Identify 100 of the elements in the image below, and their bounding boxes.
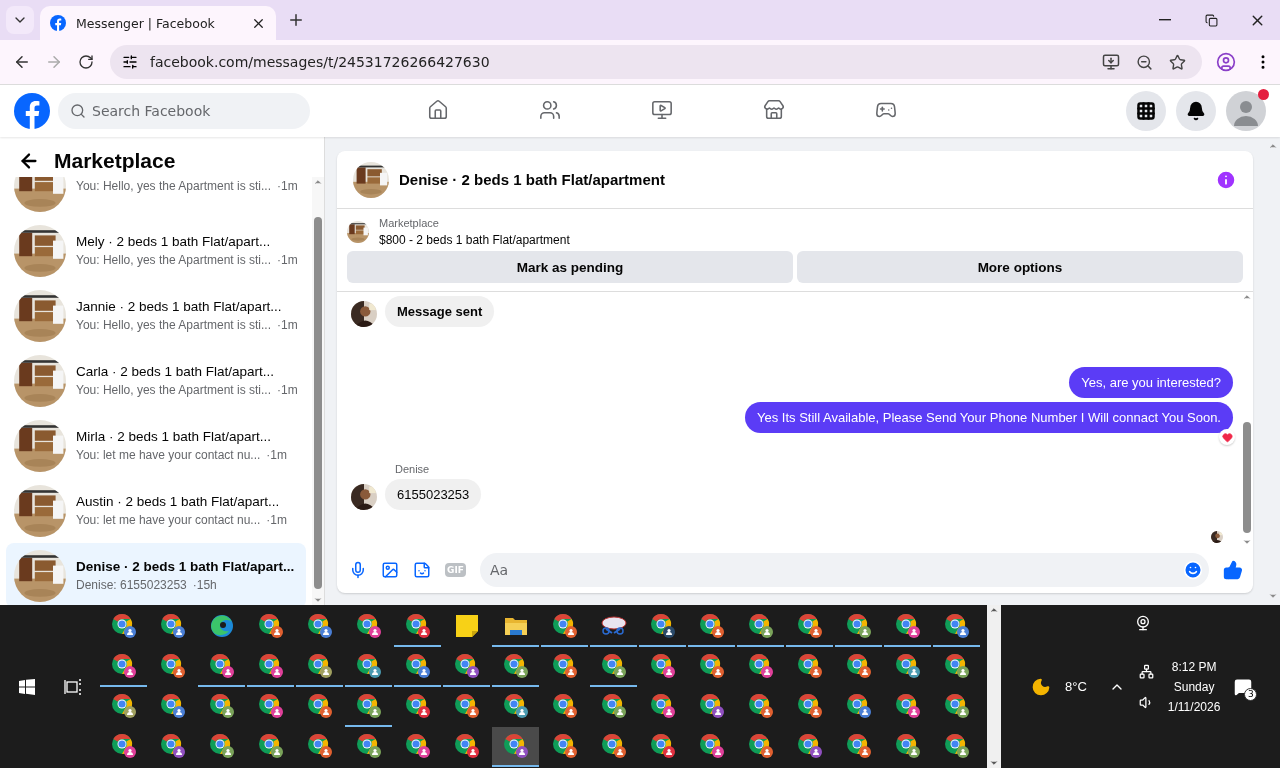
network-icon[interactable] [1138, 663, 1154, 679]
chat-preview: Denise: 6155023253 [76, 578, 187, 592]
people-icon [539, 98, 561, 121]
chrome-profile-icon [355, 613, 382, 639]
chrome-profile-icon [355, 653, 382, 679]
reload-icon [78, 54, 94, 70]
scrollbar-thumb[interactable] [1243, 422, 1251, 533]
facebook-logo-icon[interactable] [50, 15, 66, 31]
chrome-profile-icon [796, 653, 823, 679]
chrome-profile-icon [551, 613, 578, 639]
browser-tab[interactable]: Messenger | Facebook [40, 6, 276, 40]
chrome-profile-icon [257, 613, 284, 639]
scroll-up-icon[interactable] [1267, 141, 1278, 151]
clock-time: 8:12 PM [1171, 659, 1217, 674]
chat-item[interactable]: You: Hello, yes the Apartment is sti... ·1m [6, 177, 306, 218]
edge-icon [208, 613, 235, 639]
chrome-profile-icon [796, 693, 823, 719]
windows-start-icon[interactable] [18, 678, 35, 695]
zoom-icon[interactable] [1136, 53, 1153, 71]
chrome-profile-icon [159, 733, 186, 759]
chat-item[interactable]: Jannie · 2 beds 1 bath Flat/apart... You: Hello, yes the Apartment is sti... ·1m [6, 283, 306, 348]
sender-name: Denise [395, 463, 430, 475]
scroll-up-icon[interactable] [989, 605, 999, 615]
restore-icon [1204, 13, 1218, 27]
microphone-icon[interactable] [349, 561, 367, 579]
search-field[interactable]: Search Facebook [58, 93, 310, 129]
chrome-profile-icon [110, 733, 137, 759]
bookmark-icon[interactable] [1169, 53, 1186, 71]
chat-name: Austin · 2 beds 1 bath Flat/apart... [76, 494, 281, 509]
chat-time: ·1m [277, 253, 298, 267]
action-button[interactable]: Mark as pending [347, 251, 793, 283]
chat-preview: You: Hello, yes the Apartment is sti... [76, 318, 271, 332]
chrome-profile-icon [698, 613, 725, 639]
info-icon[interactable] [1215, 168, 1237, 191]
chrome-profile-icon [208, 653, 235, 679]
chat-item[interactable]: Carla · 2 beds 1 bath Flat/apart... You: Hello, yes the Apartment is sti... ·1m [6, 348, 306, 413]
chrome-profile-icon [649, 733, 676, 759]
chrome-profile-icon [159, 613, 186, 639]
scroll-down-icon[interactable] [1267, 591, 1278, 601]
sticker-icon[interactable] [413, 561, 431, 579]
chrome-profile-icon [257, 693, 284, 719]
moon-icon[interactable] [1031, 676, 1051, 697]
notifications-button[interactable] [1176, 91, 1216, 131]
task-view-icon[interactable] [63, 678, 82, 695]
listing-label: Marketplace [379, 217, 440, 229]
address-bar[interactable]: facebook.com/messages/t/24531726266427630 [110, 45, 1202, 79]
message-field[interactable]: Aa [479, 553, 1209, 587]
scrollbar-thumb[interactable] [314, 217, 322, 589]
tab-list-button[interactable] [6, 6, 34, 34]
chrome-profile-icon [502, 653, 529, 679]
search-icon [70, 103, 86, 119]
menu-button[interactable] [1126, 91, 1166, 131]
chrome-profile-icon [600, 653, 627, 679]
profile-icon[interactable] [1216, 52, 1236, 72]
chrome-profile-icon [894, 613, 921, 639]
scroll-down-icon[interactable] [1242, 537, 1252, 547]
chrome-profile-icon [845, 733, 872, 759]
like-icon[interactable] [1223, 560, 1243, 580]
chat-item[interactable]: Mely · 2 beds 1 bath Flat/apart... You: Hello, yes the Apartment is sti... ·1m [6, 218, 306, 283]
chrome-profile-icon [845, 693, 872, 719]
clock[interactable]: 8:12 PM Sunday 1/11/2026 [1167, 659, 1221, 714]
chrome-profile-icon [698, 733, 725, 759]
site-settings-icon[interactable] [122, 54, 138, 70]
chat-time: ·1m [277, 178, 298, 193]
chrome-profile-icon [306, 693, 333, 719]
chat-item[interactable]: Denise · 2 beds 1 bath Flat/apart... Denise: 6155023253 ·15h [6, 543, 306, 605]
chrome-profile-icon [943, 693, 970, 719]
back-icon [13, 53, 31, 71]
chrome-profile-icon [257, 733, 284, 759]
chat-item[interactable]: Mirla · 2 beds 1 bath Flat/apart... You: let me have your contact nu... ·1m [6, 413, 306, 478]
photo-icon[interactable] [381, 561, 399, 579]
facebook-logo-icon[interactable] [14, 93, 50, 129]
camera-icon[interactable] [1135, 615, 1151, 631]
account-button[interactable] [1226, 91, 1266, 131]
chrome-profile-icon [551, 653, 578, 679]
install-icon[interactable] [1102, 53, 1120, 71]
listing-title: $800 - 2 beds 1 bath Flat/apartment [379, 233, 570, 247]
scissors-icon [599, 615, 628, 637]
scroll-up-icon[interactable] [1242, 292, 1252, 302]
chat-name: Carla · 2 beds 1 bath Flat/apart... [76, 364, 276, 379]
action-button[interactable]: More options [797, 251, 1243, 283]
message-bubble: Yes, are you interested? [1069, 367, 1233, 398]
scroll-up-icon[interactable] [313, 177, 323, 187]
chat-item[interactable]: Austin · 2 beds 1 bath Flat/apart... You: let me have your contact nu... ·1m [6, 478, 306, 543]
chrome-profile-icon [453, 653, 480, 679]
chrome-profile-icon [845, 653, 872, 679]
chrome-profile-icon [747, 693, 774, 719]
chrome-profile-icon [551, 693, 578, 719]
chrome-profile-icon [453, 733, 480, 759]
chrome-profile-icon [306, 653, 333, 679]
chrome-profile-icon [110, 693, 137, 719]
conversation-title: Denise · 2 beds 1 bath Flat/apartment [399, 171, 666, 188]
chrome-profile-icon [502, 733, 529, 759]
grid-icon [1136, 101, 1156, 121]
scroll-down-icon[interactable] [989, 758, 999, 768]
forward-icon [45, 53, 63, 71]
chat-preview: You: let me have your contact nu... [76, 513, 261, 527]
scroll-down-icon[interactable] [313, 595, 323, 605]
weather-temperature[interactable]: 8°C [1065, 679, 1087, 694]
home-icon [427, 98, 449, 121]
